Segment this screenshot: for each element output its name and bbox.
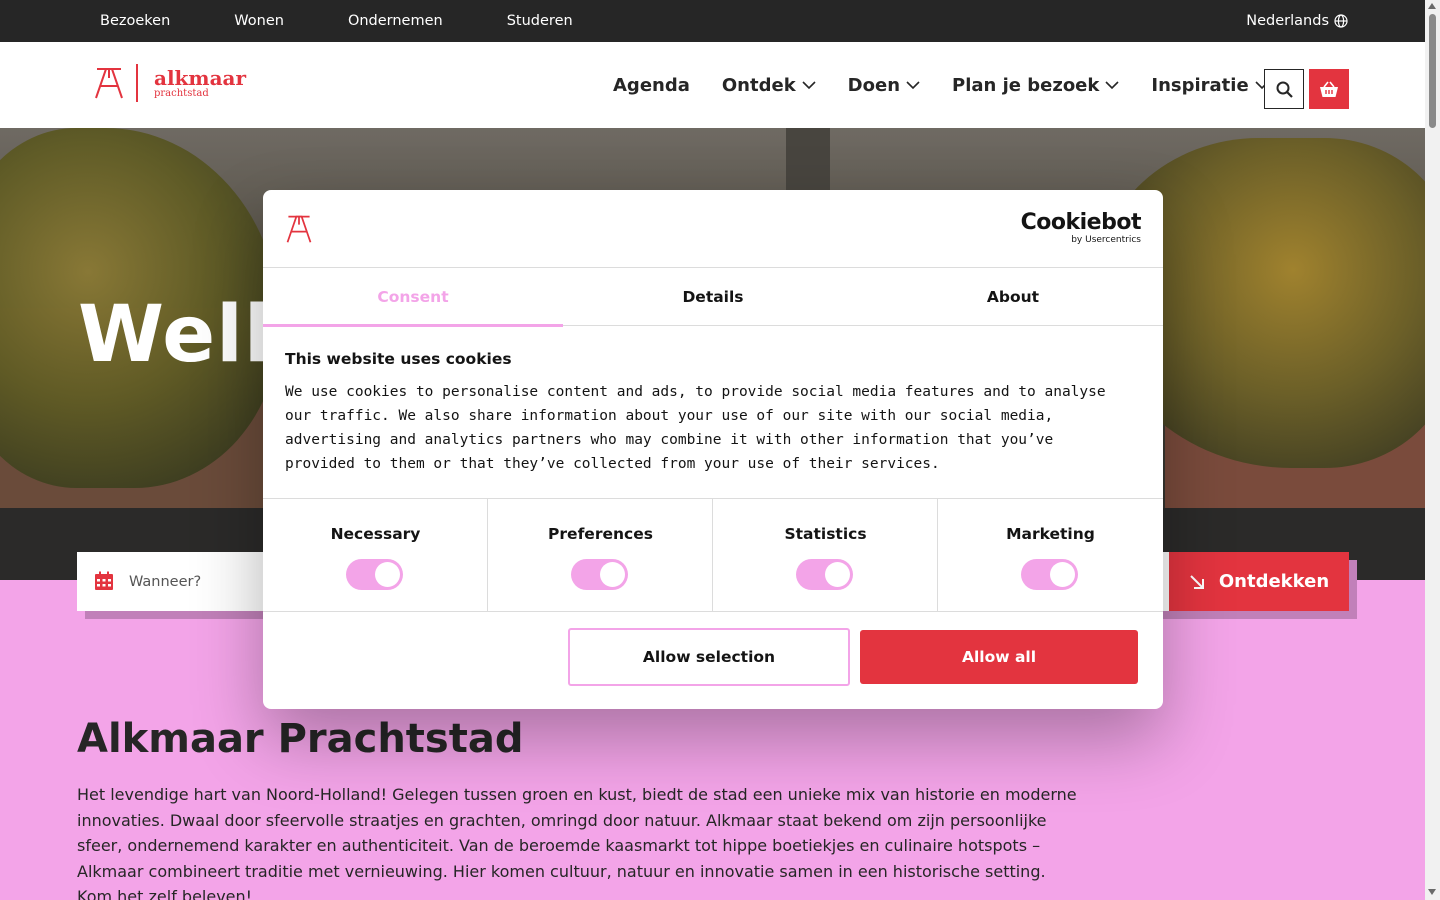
- cookiebot-logo[interactable]: Cookiebot by Usercentrics: [1020, 210, 1142, 245]
- cookiebot-sub: by Usercentrics: [1071, 235, 1141, 245]
- category-marketing: Marketing: [938, 499, 1163, 611]
- cookiebot-name: Cookiebot: [1020, 210, 1142, 235]
- category-statistics: Statistics: [713, 499, 938, 611]
- nav-label: Plan je bezoek: [952, 74, 1100, 96]
- preferences-toggle[interactable]: [571, 559, 628, 590]
- alkmaar-logo-mark-icon: [95, 68, 123, 99]
- top-link-bezoeken[interactable]: Bezoeken: [100, 13, 170, 29]
- top-link-studeren[interactable]: Studeren: [507, 13, 573, 29]
- category-necessary: Necessary: [263, 499, 488, 611]
- intro-text: Het levendige hart van Noord-Holland! Ge…: [77, 785, 1077, 900]
- top-bar: Bezoeken Wonen Ondernemen Studeren Neder…: [0, 0, 1425, 42]
- globe-icon: [1334, 14, 1348, 28]
- basket-icon: [1320, 81, 1338, 97]
- category-label: Preferences: [548, 525, 653, 543]
- toggle-knob: [600, 562, 625, 587]
- chevron-down-icon: [802, 80, 816, 89]
- nav-doen[interactable]: Doen: [848, 75, 920, 96]
- top-link-wonen[interactable]: Wonen: [234, 13, 284, 29]
- cookie-consent-dialog: Cookiebot by Usercentrics Consent Detail…: [263, 190, 1163, 709]
- page-title: Alkmaar Prachtstad: [77, 716, 524, 762]
- toggle-knob: [1050, 562, 1075, 587]
- toggle-knob: [825, 562, 850, 587]
- discover-button[interactable]: Ontdekken: [1169, 552, 1349, 611]
- search-button[interactable]: [1264, 69, 1304, 109]
- nav-ontdek[interactable]: Ontdek: [722, 75, 816, 96]
- logo-divider: [136, 64, 138, 102]
- page-scrollbar[interactable]: [1425, 0, 1440, 900]
- nav-agenda[interactable]: Agenda: [613, 75, 690, 96]
- site-header: alkmaar prachtstad Agenda Ontdek Doen Pl…: [0, 42, 1425, 128]
- marketing-toggle[interactable]: [1021, 559, 1078, 590]
- category-label: Marketing: [1006, 525, 1095, 543]
- tab-details[interactable]: Details: [563, 268, 863, 326]
- logo-name: alkmaar: [154, 65, 247, 90]
- hero-tower: [786, 128, 830, 198]
- nav-plan-je-bezoek[interactable]: Plan je bezoek: [952, 75, 1119, 96]
- nav-label: Ontdek: [721, 74, 796, 96]
- chevron-down-icon: [906, 80, 920, 89]
- toggle-knob: [375, 562, 400, 587]
- nav-label: Agenda: [613, 74, 690, 96]
- dialog-text: We use cookies to personalise content an…: [285, 384, 1106, 472]
- scrollbar-thumb[interactable]: [1429, 14, 1436, 128]
- tab-consent[interactable]: Consent: [263, 268, 563, 327]
- search-icon: [1276, 81, 1293, 98]
- nav-label: Inspiratie: [1151, 74, 1249, 96]
- language-label: Nederlands: [1246, 13, 1329, 29]
- main-nav: Agenda Ontdek Doen Plan je bezoek Inspir…: [613, 42, 1301, 128]
- tab-about[interactable]: About: [863, 268, 1163, 326]
- consent-categories: Necessary Preferences Statistics Marketi…: [263, 498, 1163, 612]
- nav-inspiratie[interactable]: Inspiratie: [1151, 74, 1269, 96]
- scroll-down-arrow-icon[interactable]: [1428, 889, 1436, 895]
- allow-selection-button[interactable]: Allow selection: [568, 628, 850, 686]
- statistics-toggle[interactable]: [796, 559, 853, 590]
- category-label: Statistics: [784, 525, 867, 543]
- chevron-down-icon: [1105, 80, 1119, 89]
- basket-button[interactable]: [1309, 69, 1349, 109]
- top-links: Bezoeken Wonen Ondernemen Studeren: [100, 0, 637, 42]
- logo-wordmark: alkmaar prachtstad: [154, 68, 246, 99]
- nav-label: Doen: [847, 74, 901, 96]
- top-link-ondernemen[interactable]: Ondernemen: [348, 13, 443, 29]
- date-input[interactable]: Wanneer?: [129, 552, 201, 611]
- discover-label: Ontdekken: [1218, 571, 1330, 592]
- dialog-title: This website uses cookies: [285, 350, 512, 368]
- site-logo[interactable]: alkmaar prachtstad: [94, 64, 246, 102]
- logo-tagline: prachtstad: [154, 87, 209, 99]
- necessary-toggle[interactable]: [346, 559, 403, 590]
- dialog-header: Cookiebot by Usercentrics: [263, 190, 1163, 268]
- allow-all-button[interactable]: Allow all: [860, 630, 1138, 684]
- alkmaar-logo-mark-icon: [286, 215, 312, 243]
- category-preferences: Preferences: [488, 499, 713, 611]
- category-label: Necessary: [330, 525, 421, 543]
- language-selector[interactable]: Nederlands: [1246, 0, 1348, 42]
- calendar-icon: [95, 571, 113, 590]
- scroll-up-arrow-icon[interactable]: [1428, 3, 1436, 9]
- arrow-down-right-icon: [1190, 574, 1204, 589]
- dialog-tabs: Consent Details About: [263, 268, 1163, 327]
